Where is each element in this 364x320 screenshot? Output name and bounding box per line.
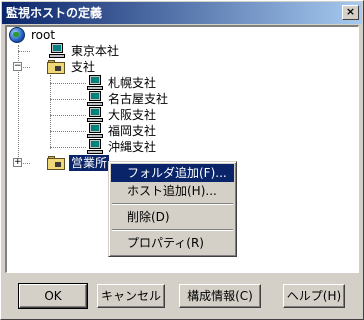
menu-separator bbox=[111, 200, 234, 208]
window-title: 監視ホストの定義 bbox=[6, 6, 103, 20]
computer-icon bbox=[87, 91, 103, 107]
menu-item-properties[interactable]: プロパティ(R) bbox=[111, 234, 234, 252]
collapse-toggle[interactable]: − bbox=[13, 62, 22, 71]
tree-node-branches[interactable]: 支社 bbox=[69, 59, 97, 75]
close-button[interactable]: × bbox=[342, 5, 359, 20]
tree-node-nagoya[interactable]: 名古屋支社 bbox=[106, 91, 170, 107]
context-menu: フォルダ追加(F)... ホスト追加(H)... 削除(D) プロパティ(R) bbox=[108, 161, 237, 257]
tree-connector bbox=[18, 51, 30, 52]
tree-node-tokyo[interactable]: 東京本社 bbox=[69, 43, 121, 59]
tree-node-okinawa[interactable]: 沖縄支社 bbox=[106, 139, 158, 155]
help-button[interactable]: ヘルプ(H) bbox=[283, 284, 345, 308]
tree-connector bbox=[50, 75, 51, 149]
tree-node-root[interactable]: root bbox=[29, 27, 57, 43]
tree-connector bbox=[50, 115, 86, 116]
cancel-button[interactable]: キャンセル bbox=[97, 284, 165, 308]
tree-node-label: root bbox=[31, 28, 56, 42]
computer-icon bbox=[49, 43, 65, 59]
tree-node-osaka[interactable]: 大阪支社 bbox=[106, 107, 158, 123]
folder-icon bbox=[47, 60, 65, 74]
tree-node-label: 札幌支社 bbox=[108, 76, 157, 90]
tree-connector bbox=[50, 99, 86, 100]
config-info-button[interactable]: 構成情報(C) bbox=[179, 284, 261, 308]
tree-connector bbox=[18, 67, 19, 163]
tree-node-label: 名古屋支社 bbox=[108, 92, 169, 106]
ok-button[interactable]: OK bbox=[18, 283, 88, 309]
computer-icon bbox=[87, 123, 103, 139]
tree-node-label: 支社 bbox=[71, 60, 96, 74]
tree-connector bbox=[50, 83, 86, 84]
tree-node-fukuoka[interactable]: 福岡支社 bbox=[106, 123, 158, 139]
menu-item-add-folder[interactable]: フォルダ追加(F)... bbox=[111, 164, 234, 182]
tree-node-sales-offices[interactable]: 営業所 bbox=[67, 154, 111, 172]
title-bar[interactable]: 監視ホストの定義 × bbox=[2, 2, 362, 24]
menu-separator bbox=[111, 226, 234, 234]
computer-icon bbox=[87, 75, 103, 91]
tree-node-label: 営業所 bbox=[67, 154, 111, 172]
tree-connector bbox=[50, 147, 86, 148]
globe-icon bbox=[9, 27, 25, 43]
computer-icon bbox=[87, 107, 103, 123]
tree-node-sapporo[interactable]: 札幌支社 bbox=[106, 75, 158, 91]
menu-item-delete[interactable]: 削除(D) bbox=[111, 208, 234, 226]
expand-toggle[interactable]: + bbox=[13, 158, 22, 167]
folder-icon bbox=[47, 156, 65, 170]
tree-node-label: 大阪支社 bbox=[108, 108, 157, 122]
computer-icon bbox=[87, 139, 103, 155]
menu-item-add-host[interactable]: ホスト追加(H)... bbox=[111, 182, 234, 200]
tree-node-label: 沖縄支社 bbox=[108, 140, 157, 154]
dialog-window: 監視ホストの定義 × root 東京本社 − 支社 札幌支社 名古屋支社 大阪支… bbox=[0, 0, 364, 320]
tree-connector bbox=[50, 131, 86, 132]
tree-node-label: 福岡支社 bbox=[108, 124, 157, 138]
tree-node-label: 東京本社 bbox=[71, 44, 120, 58]
